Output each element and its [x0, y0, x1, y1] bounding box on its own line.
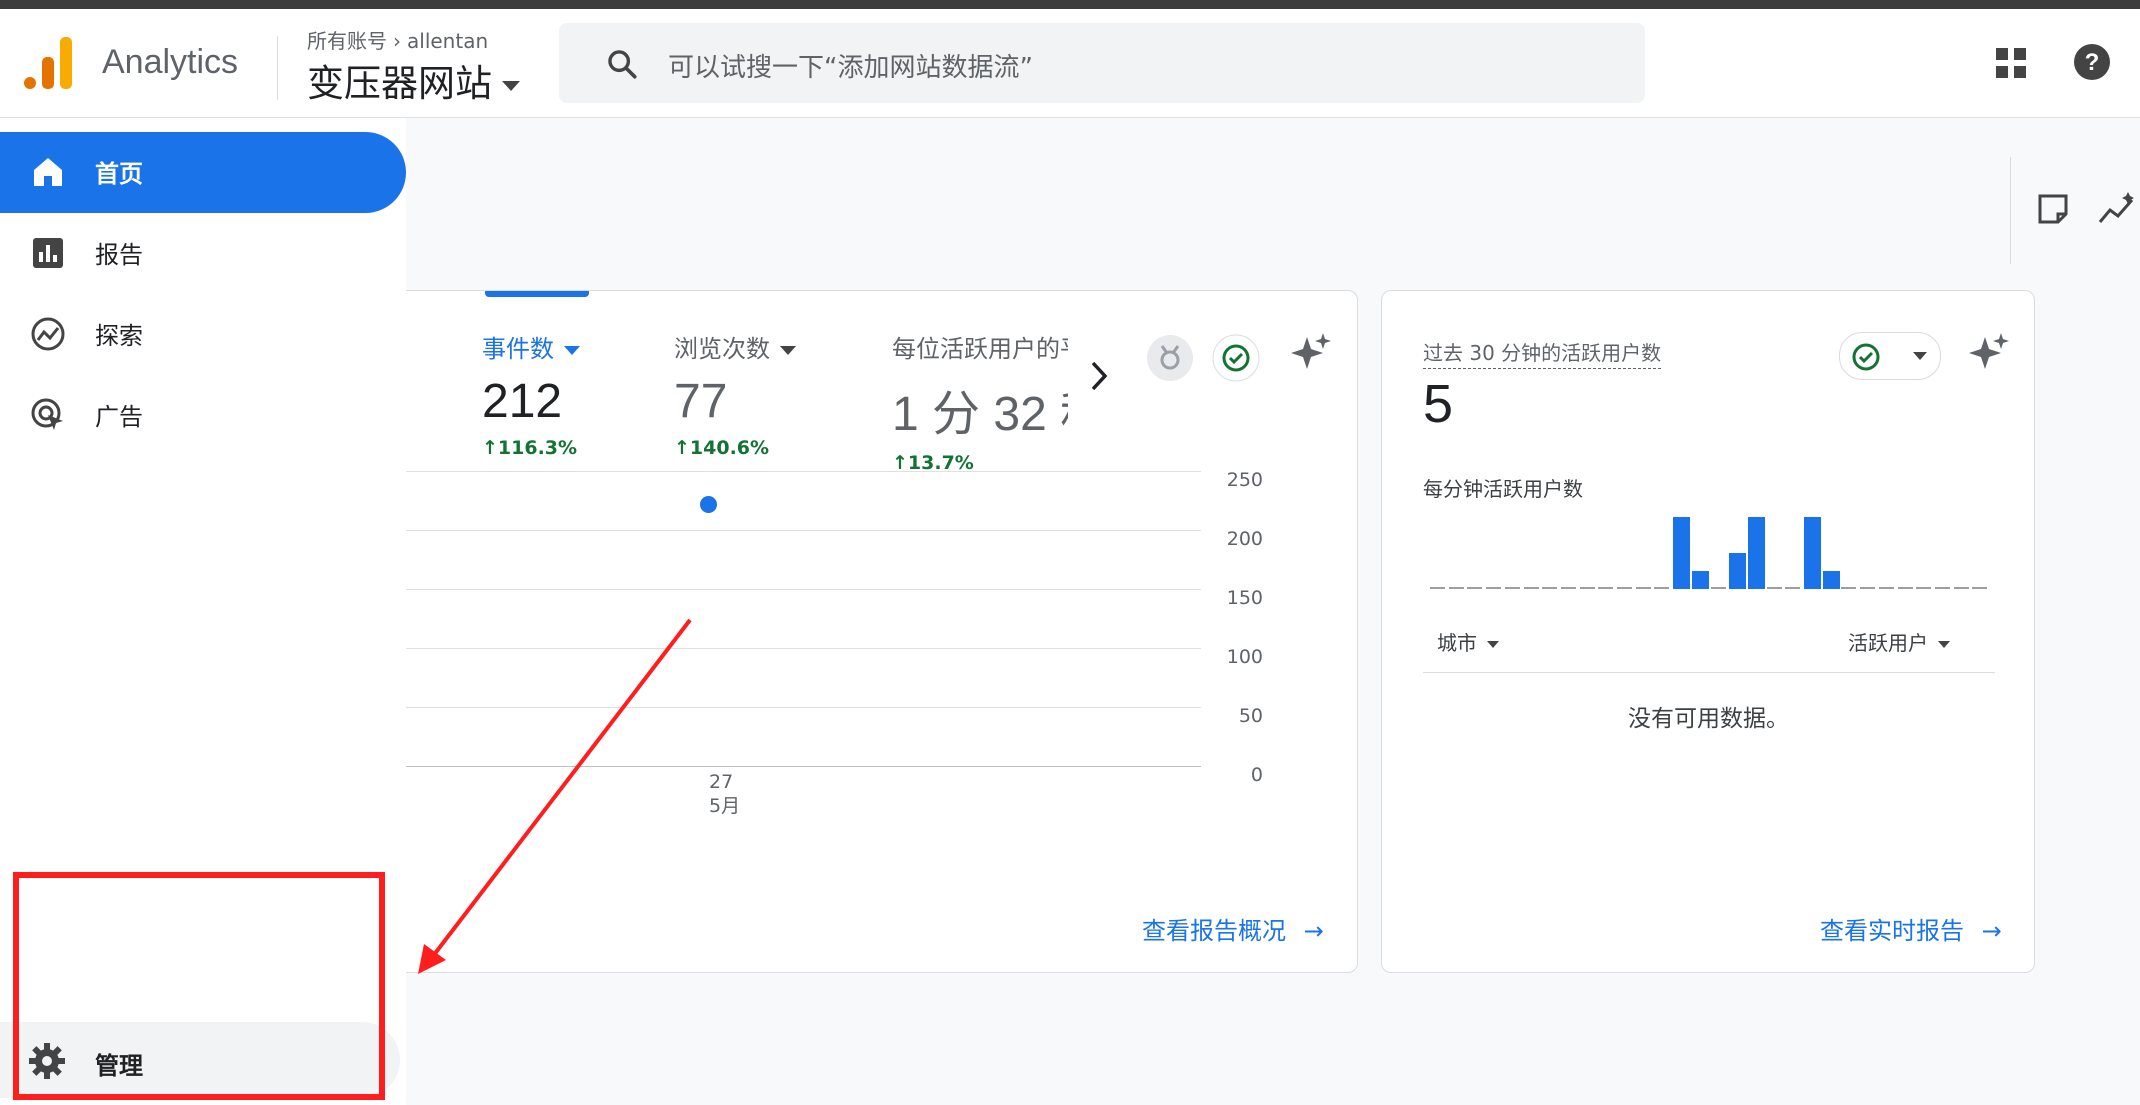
annotation-arrow [418, 618, 692, 974]
